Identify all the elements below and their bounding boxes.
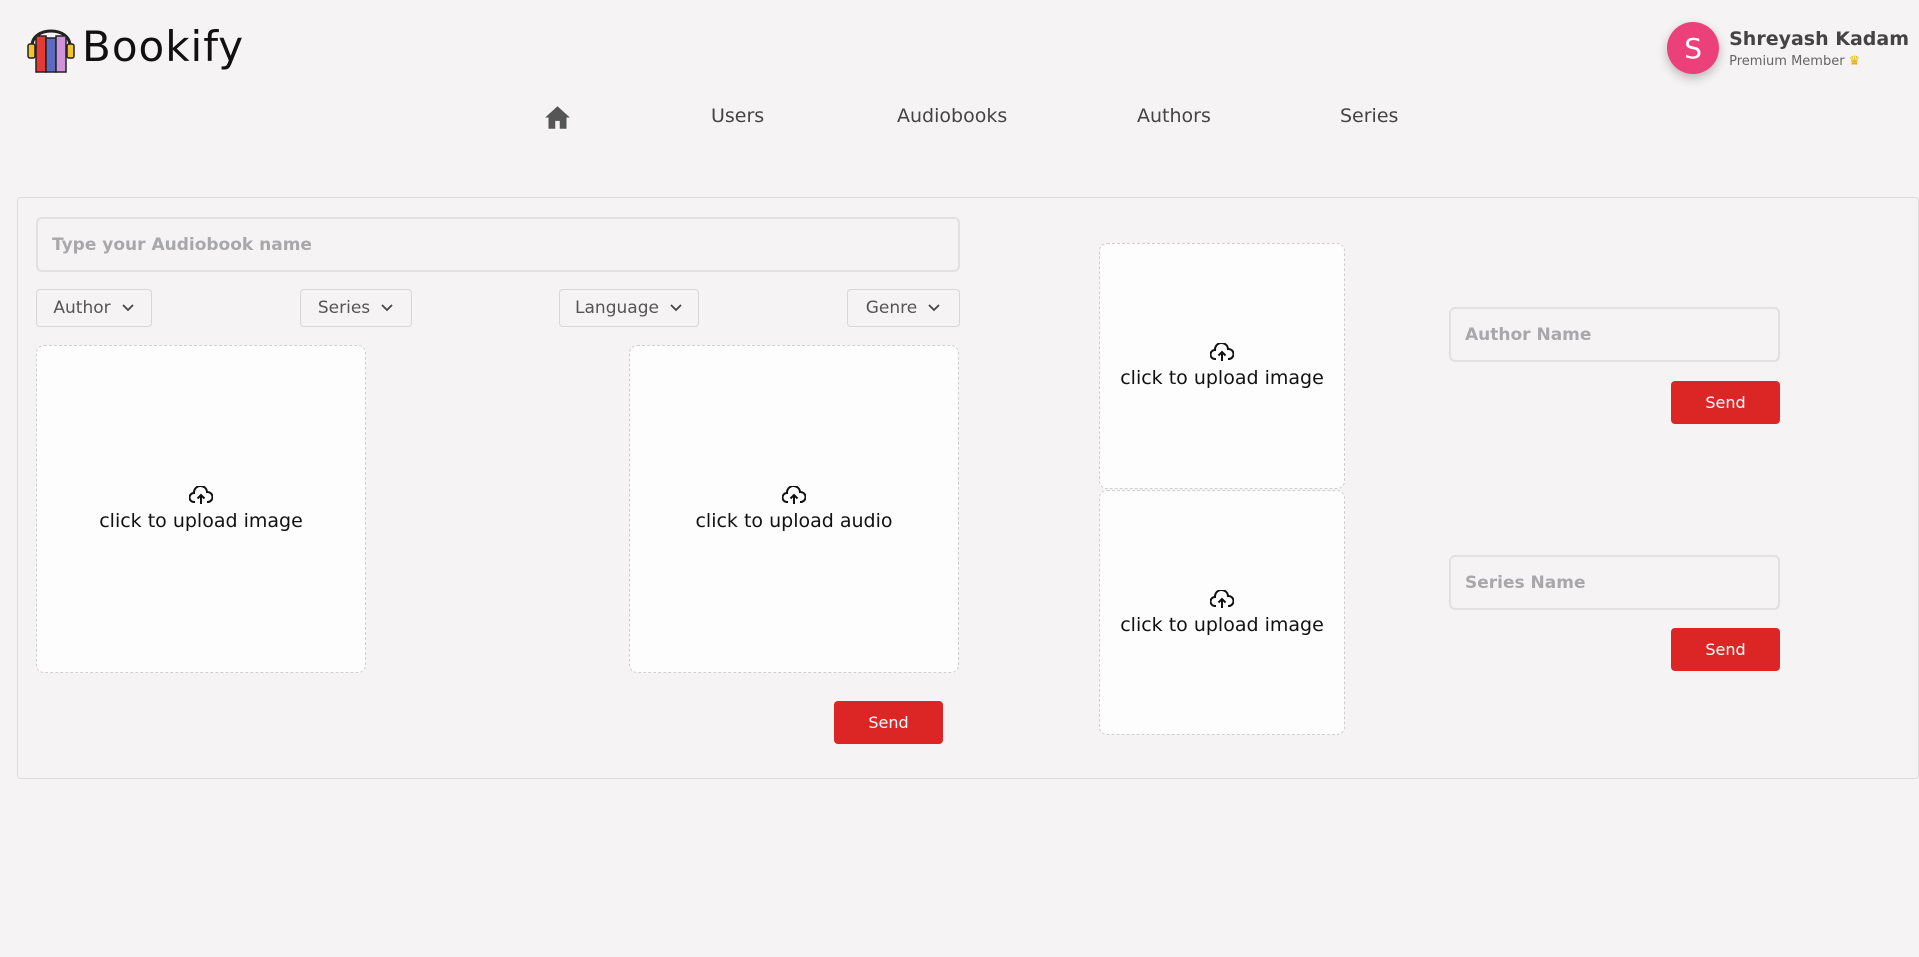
- nav-audiobooks[interactable]: Audiobooks: [897, 105, 1007, 127]
- home-icon[interactable]: [544, 105, 571, 134]
- chevron-down-icon: [928, 304, 940, 312]
- nav-users[interactable]: Users: [711, 105, 764, 127]
- cloud-upload-icon: [1210, 343, 1234, 361]
- chevron-down-icon: [670, 304, 682, 312]
- logo-icon: [27, 29, 75, 73]
- audiobook-send-button[interactable]: Send: [834, 701, 943, 744]
- profile-subtitle: Premium Member ♛: [1729, 54, 1909, 69]
- brand-name: Bookify: [82, 22, 245, 71]
- series-send-button[interactable]: Send: [1671, 628, 1780, 671]
- audiobook-name-input[interactable]: [36, 217, 960, 272]
- genre-dropdown-label: Genre: [865, 298, 918, 318]
- author-send-button[interactable]: Send: [1671, 381, 1780, 424]
- audiobook-audio-upload[interactable]: click to upload audio: [629, 345, 959, 673]
- cloud-upload-icon: [189, 486, 213, 504]
- audiobook-image-upload[interactable]: click to upload image: [36, 345, 366, 673]
- series-name-input[interactable]: [1449, 555, 1780, 610]
- language-dropdown-label: Language: [575, 298, 659, 318]
- upload-audio-label: click to upload audio: [695, 510, 893, 532]
- user-profile[interactable]: S Shreyash Kadam Premium Member ♛: [1667, 22, 1909, 74]
- profile-name: Shreyash Kadam: [1729, 27, 1909, 50]
- brand-logo[interactable]: Bookify: [26, 20, 244, 74]
- nav-series[interactable]: Series: [1340, 105, 1398, 127]
- membership-label: Premium Member: [1729, 53, 1845, 69]
- series-dropdown-label: Series: [317, 298, 371, 318]
- chevron-down-icon: [381, 304, 393, 312]
- series-dropdown[interactable]: Series: [300, 289, 412, 327]
- upload-card: Author Series Language Genre click to up…: [17, 197, 1919, 779]
- chevron-down-icon: [121, 304, 134, 312]
- crown-icon: ♛: [1848, 53, 1861, 69]
- upload-image-label: click to upload image: [1120, 367, 1324, 389]
- bottom-image-upload[interactable]: click to upload image: [1099, 490, 1345, 735]
- genre-dropdown[interactable]: Genre: [847, 289, 960, 327]
- main-nav: Users Audiobooks Authors Series: [0, 105, 1919, 141]
- author-name-input[interactable]: [1449, 307, 1780, 362]
- language-dropdown[interactable]: Language: [559, 289, 699, 327]
- nav-authors[interactable]: Authors: [1137, 105, 1211, 127]
- author-dropdown[interactable]: Author: [36, 289, 152, 327]
- upload-image-label: click to upload image: [1120, 613, 1324, 636]
- upload-image-label: click to upload image: [99, 510, 303, 532]
- author-dropdown-label: Author: [53, 298, 111, 318]
- cloud-upload-icon: [1210, 589, 1234, 608]
- top-image-upload[interactable]: click to upload image: [1099, 243, 1345, 489]
- avatar[interactable]: S: [1667, 22, 1720, 74]
- cloud-upload-icon: [782, 486, 806, 504]
